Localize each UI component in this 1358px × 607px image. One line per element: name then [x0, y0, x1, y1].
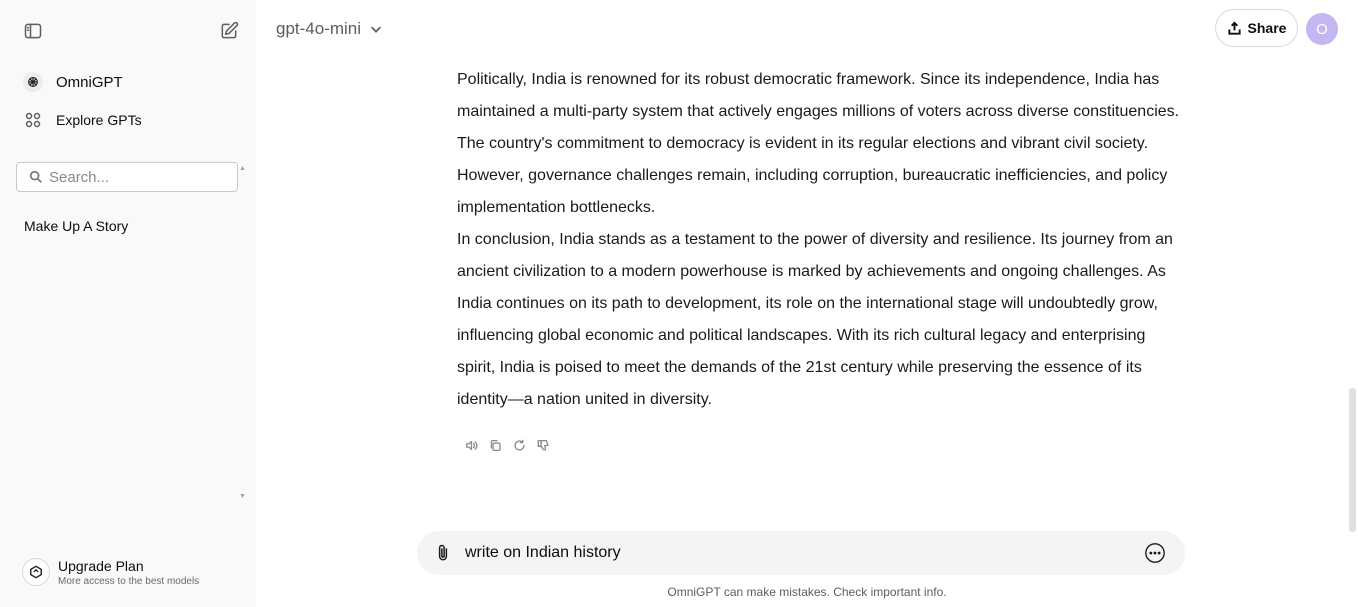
- thumbs-down-icon: [537, 439, 549, 451]
- share-icon: [1227, 21, 1241, 35]
- sidebar-item-label: Explore GPTs: [56, 112, 142, 128]
- copy-button[interactable]: [487, 437, 503, 453]
- message-input[interactable]: [465, 544, 1143, 562]
- more-options-button[interactable]: [1143, 541, 1167, 565]
- model-selector[interactable]: gpt-4o-mini: [276, 17, 383, 41]
- grid-icon: [22, 109, 44, 131]
- upgrade-subtitle: More access to the best models: [58, 575, 200, 587]
- search-input[interactable]: [49, 168, 229, 186]
- attach-button[interactable]: [433, 543, 453, 563]
- regenerate-icon: [513, 439, 525, 451]
- scroll-up-arrow-icon[interactable]: ▲: [239, 165, 246, 172]
- toggle-sidebar-button[interactable]: [21, 19, 45, 43]
- scrollbar-thumb[interactable]: [1349, 388, 1356, 532]
- sidebar-item-explore-gpts[interactable]: Explore GPTs: [16, 103, 244, 137]
- chat-history-item[interactable]: Make Up A Story: [24, 218, 128, 234]
- model-label: gpt-4o-mini: [276, 19, 362, 38]
- copy-icon: [490, 439, 501, 451]
- sidebar-item-omnigpt[interactable]: OmniGPT: [16, 65, 244, 99]
- message-paragraph: Politically, India is renowned for its r…: [457, 71, 1180, 216]
- regenerate-button[interactable]: [511, 437, 527, 453]
- read-aloud-icon: [465, 440, 477, 450]
- chevron-down-icon: [371, 26, 382, 33]
- share-button[interactable]: Share: [1215, 9, 1298, 47]
- thumbs-down-button[interactable]: [535, 437, 551, 453]
- disclaimer-text: OmniGPT can make mistakes. Check importa…: [667, 585, 947, 599]
- scroll-down-arrow-icon[interactable]: ▼: [239, 493, 246, 500]
- sidebar-item-label: OmniGPT: [56, 73, 123, 91]
- sidebar-toggle-icon: [24, 23, 42, 39]
- upgrade-icon: [22, 558, 50, 586]
- avatar[interactable]: O: [1306, 13, 1338, 45]
- upgrade-title: Upgrade Plan: [58, 557, 144, 574]
- read-aloud-button[interactable]: [463, 437, 479, 453]
- assistant-message: Politically, India is renowned for its r…: [457, 64, 1181, 416]
- search-field: [16, 162, 238, 192]
- message-paragraph: In conclusion, India stands as a testame…: [457, 231, 1173, 408]
- paperclip-icon: [438, 544, 448, 561]
- composer: [417, 531, 1185, 575]
- new-chat-icon: [221, 21, 239, 39]
- upgrade-plan-button[interactable]: Upgrade Plan More access to the best mod…: [22, 554, 242, 590]
- share-label: Share: [1247, 20, 1287, 36]
- new-chat-button[interactable]: [217, 19, 241, 43]
- sidebar: OmniGPT Explore GPTs ▲ ▼ Make Up A Story…: [0, 0, 256, 607]
- search-icon: [29, 170, 42, 183]
- omnigpt-logo-icon: [23, 72, 43, 92]
- message-actions: [463, 437, 551, 453]
- more-horizontal-icon: [1145, 543, 1165, 563]
